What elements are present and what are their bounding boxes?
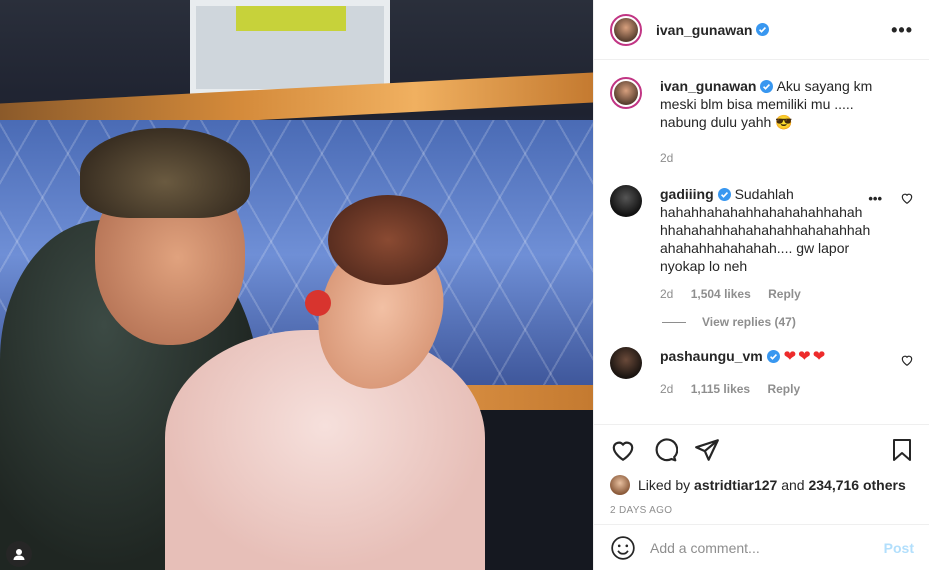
comment-item: pashaungu_vm ❤❤❤ 2d 1,115 likes Reply	[610, 347, 914, 398]
comment-reply-button[interactable]: Reply	[767, 382, 800, 396]
liked-by-prefix: Liked by	[638, 477, 691, 493]
comment-text-line: nyokap lo neh	[660, 258, 748, 274]
post-comment-button[interactable]: Post	[884, 540, 914, 556]
comment-text-line: Sudahlah	[734, 186, 794, 202]
caption-avatar[interactable]	[610, 77, 642, 109]
commenter-avatar[interactable]	[610, 185, 642, 217]
verified-badge-icon	[766, 350, 780, 363]
comment-reply-button[interactable]: Reply	[768, 287, 801, 301]
caption: ivan_gunawan Aku sayang km meski blm bis…	[610, 77, 914, 167]
post-actions: Liked by astridtiar127 and 234,716 other…	[594, 424, 929, 516]
verified-badge-icon	[717, 188, 731, 201]
heart-icon[interactable]	[610, 437, 636, 463]
add-comment-input[interactable]: Add a comment...	[650, 540, 884, 556]
liked-by-others[interactable]: 234,716 others	[808, 477, 905, 493]
comment-heart-icon[interactable]	[900, 353, 914, 367]
caption-age[interactable]: 2d	[660, 151, 673, 165]
view-replies-label: View replies (47)	[702, 315, 796, 329]
photo-woman-hair	[328, 195, 448, 285]
liked-by-avatar[interactable]	[610, 475, 630, 495]
verified-badge-icon	[760, 80, 774, 93]
comment-text-line: hhahahahhahahahahhahahahhah	[660, 222, 871, 238]
post-time-ago[interactable]: 2 DAYS AGO	[610, 505, 914, 516]
liked-by: Liked by astridtiar127 and 234,716 other…	[610, 475, 914, 495]
post-photo[interactable]	[0, 0, 593, 570]
verified-badge-icon	[756, 23, 770, 36]
photo-woman-body	[165, 330, 485, 570]
share-icon[interactable]	[694, 437, 720, 463]
caption-username[interactable]: ivan_gunawan	[660, 78, 756, 94]
comments-list[interactable]: ivan_gunawan Aku sayang km meski blm bis…	[594, 61, 929, 423]
comment-more-icon[interactable]: •••	[868, 191, 882, 206]
comment-heart-icon[interactable]	[900, 191, 914, 205]
comment-username[interactable]: pashaungu_vm	[660, 348, 763, 364]
post-side-panel: ivan_gunawan ••• ivan_gunawan Aku sayang…	[593, 0, 929, 570]
comment-hearts-text: ❤❤❤	[783, 348, 828, 365]
view-replies-button[interactable]: View replies (47)	[662, 315, 914, 329]
caption-text-line: Aku sayang km	[776, 78, 873, 94]
photo-man-hair	[80, 128, 250, 218]
comment-age[interactable]: 2d	[660, 382, 673, 396]
caption-text-line: nabung dulu yahh 😎	[660, 114, 793, 130]
commenter-avatar[interactable]	[610, 347, 642, 379]
liked-by-user[interactable]: astridtiar127	[694, 477, 777, 493]
emoji-icon[interactable]	[610, 535, 636, 561]
comment-icon[interactable]	[652, 437, 678, 463]
more-options-icon[interactable]: •••	[891, 21, 913, 39]
post-header: ivan_gunawan •••	[594, 0, 929, 60]
bookmark-icon[interactable]	[890, 437, 914, 463]
user-tag-icon[interactable]	[6, 541, 32, 567]
comment-username[interactable]: gadiiing	[660, 186, 714, 202]
comment-likes[interactable]: 1,115 likes	[691, 382, 750, 396]
comment-item: gadiiing Sudahlah hahahhahahahhahahahahh…	[610, 185, 914, 303]
comment-text-line: hahahhahahahhahahahahhahah	[660, 204, 863, 220]
liked-by-middle: and	[781, 477, 805, 493]
background-monitor	[190, 0, 390, 95]
caption-text-line: meski blm bisa memiliki mu .....	[660, 96, 854, 112]
add-comment-bar: Add a comment... Post	[594, 524, 929, 570]
replies-divider	[662, 321, 686, 323]
comment-text-line: ahahahhahahahah.... gw lapor	[660, 240, 850, 256]
comment-age[interactable]: 2d	[660, 287, 673, 301]
author-avatar[interactable]	[610, 13, 642, 46]
author-username[interactable]: ivan_gunawan	[656, 22, 752, 38]
comment-likes[interactable]: 1,504 likes	[691, 287, 751, 301]
photo-flower-earring	[305, 290, 331, 316]
